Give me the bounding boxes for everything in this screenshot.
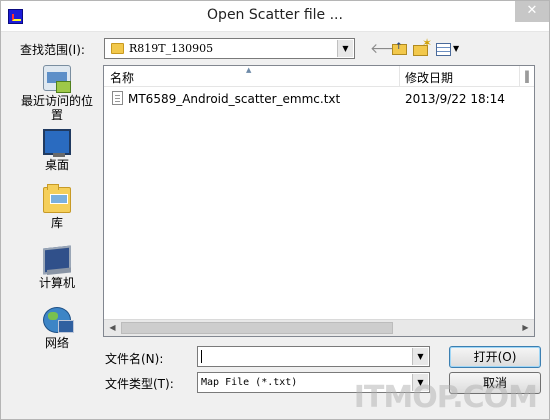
look-in-label: 查找范围(I): [20, 43, 85, 57]
scrollbar-thumb[interactable] [121, 322, 393, 334]
column-header-name[interactable]: ▲ 名称 [104, 66, 400, 87]
file-type-label: 文件类型(T): [105, 377, 174, 391]
recent-places-icon [43, 65, 71, 93]
place-label: 桌面 [44, 158, 69, 172]
file-name-label: 文件名(N): [105, 352, 164, 366]
scroll-left-icon[interactable]: ◀ [104, 320, 121, 336]
chevron-down-icon[interactable]: ▼ [412, 348, 428, 365]
place-computer[interactable]: 计算机 [19, 245, 95, 290]
back-arrow-icon[interactable]: 🡐 [370, 40, 408, 58]
file-date: 2013/9/22 18:14 [405, 92, 505, 106]
sort-ascending-icon: ▲ [246, 66, 252, 74]
place-label: 网络 [44, 336, 69, 350]
place-label: 计算机 [38, 276, 75, 290]
column-header-extra[interactable]: ‖ [522, 66, 534, 87]
place-desktop[interactable]: 桌面 [19, 129, 95, 172]
scroll-right-icon[interactable]: ▶ [517, 320, 534, 336]
look-in-value: R819T_130905 [129, 42, 214, 55]
place-recent[interactable]: 最近访问的位置 [19, 65, 95, 122]
open-file-dialog: Open Scatter file ... ✕ 查找范围(I): R819T_1… [0, 0, 550, 420]
computer-icon [43, 245, 71, 275]
window-title: Open Scatter file ... [207, 7, 343, 23]
new-folder-icon[interactable]: ✶ [412, 37, 432, 58]
library-icon [43, 184, 71, 213]
text-caret [201, 350, 202, 363]
place-library[interactable]: 库 [19, 184, 95, 230]
chevron-down-icon[interactable]: ▼ [337, 40, 353, 57]
look-in-dropdown[interactable]: R819T_130905 ▼ [104, 38, 355, 59]
place-label: 库 [50, 216, 63, 230]
list-item[interactable]: MT6589_Android_scatter_emmc.txt 2013/9/2… [104, 90, 534, 108]
view-menu-icon[interactable]: ▼ [435, 40, 461, 58]
close-button[interactable]: ✕ [515, 1, 549, 22]
list-header: ▲ 名称 修改日期 ‖ [104, 66, 534, 87]
desktop-icon [43, 129, 71, 157]
file-name: MT6589_Android_scatter_emmc.txt [128, 92, 341, 106]
open-button[interactable]: 打开(O) [449, 346, 541, 368]
place-label: 最近访问的位置 [20, 94, 93, 122]
network-icon [43, 307, 74, 333]
file-list[interactable]: ▲ 名称 修改日期 ‖ MT6589_Android_scatter_emmc.… [103, 65, 535, 337]
file-type-value: Map File (*.txt) [201, 377, 298, 388]
place-network[interactable]: 网络 [19, 307, 95, 350]
column-header-date[interactable]: 修改日期 [400, 66, 520, 87]
folder-icon [111, 43, 124, 54]
watermark: ITMOP.COM [353, 380, 538, 415]
places-bar: 最近访问的位置 桌面 库 计算机 网络 [19, 65, 95, 371]
column-name-label: 名称 [110, 71, 135, 85]
horizontal-scrollbar[interactable]: ◀ ▶ [104, 319, 534, 336]
up-folder-icon[interactable]: ↑ [390, 40, 408, 58]
title-bar[interactable]: Open Scatter file ... ✕ [1, 1, 549, 32]
text-file-icon [112, 91, 123, 105]
file-name-input[interactable]: ▼ [197, 346, 430, 367]
